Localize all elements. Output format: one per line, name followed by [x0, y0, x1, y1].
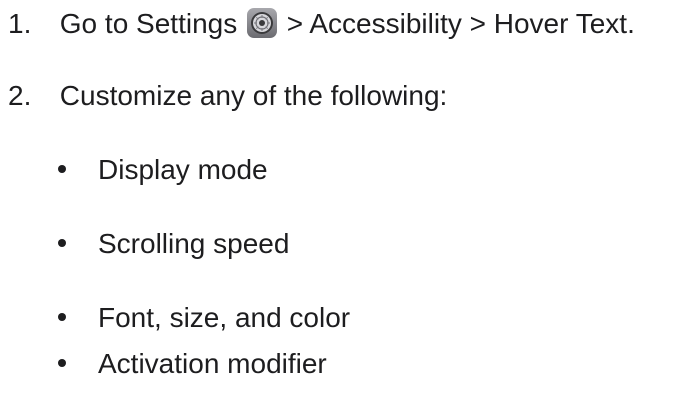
bullet-icon: [58, 358, 66, 367]
step-text: Customize any of the following:: [59, 80, 448, 111]
instructions: 1. Go to Settings > Accessibility > Hove…: [0, 0, 683, 406]
bullet-icon: [58, 238, 66, 247]
step-1: 1. Go to Settings > Accessibility > Hove…: [8, 8, 635, 38]
option-label: Display mode: [98, 154, 268, 185]
step-2: 2. Customize any of the following:: [8, 82, 447, 110]
option-label: Scrolling speed: [98, 228, 290, 259]
list-item: Activation modifier: [58, 350, 327, 378]
bullet-icon: [58, 164, 66, 173]
step-text-before-icon: Go to Settings: [59, 8, 238, 39]
bullet-icon: [58, 312, 66, 321]
option-label: Activation modifier: [98, 348, 327, 379]
step-number: 1.: [8, 8, 32, 39]
option-label: Font, size, and color: [98, 302, 351, 333]
list-item: Display mode: [58, 156, 268, 184]
step-number: 2.: [8, 80, 32, 111]
list-item: Scrolling speed: [58, 230, 289, 258]
settings-gear-icon: [247, 8, 277, 38]
list-item: Font, size, and color: [58, 304, 350, 332]
step-text-after-icon: > Accessibility > Hover Text.: [286, 8, 635, 39]
